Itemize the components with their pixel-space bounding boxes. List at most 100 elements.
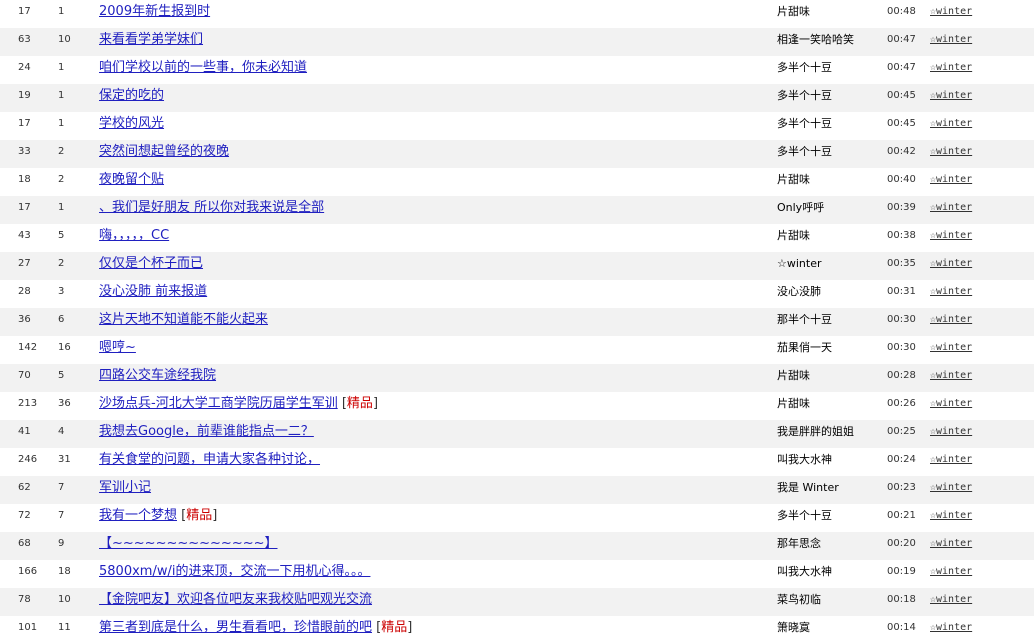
- last-reply-user-link[interactable]: ☆winter: [930, 588, 972, 612]
- last-reply-user-link[interactable]: ☆winter: [930, 392, 972, 416]
- last-reply-user-link[interactable]: ☆winter: [930, 336, 972, 360]
- thread-title-link[interactable]: 咱们学校以前的一些事，你未必知道: [99, 60, 307, 75]
- reply-count: 19: [18, 90, 31, 101]
- click-count: 1: [58, 62, 65, 73]
- author-link[interactable]: 我是胖胖的姐姐: [777, 420, 854, 444]
- click-count: 10: [58, 594, 71, 605]
- table-row: 101 11 第三者到底是什么，男生看看吧，珍惜眼前的吧 [精品] 箫晓寞 00:14 ☆…: [0, 616, 1034, 644]
- last-reply-user-link[interactable]: ☆winter: [930, 0, 972, 24]
- author-link[interactable]: 片甜味: [777, 168, 810, 192]
- last-reply-user-link[interactable]: ☆winter: [930, 420, 972, 444]
- thread-title-link[interactable]: 【金院吧友】欢迎各位吧友来我校贴吧观光交流: [99, 592, 372, 607]
- last-reply-user-link[interactable]: ☆winter: [930, 532, 972, 556]
- author-link[interactable]: 我是 Winter: [777, 476, 839, 500]
- author-link[interactable]: 箫晓寞: [777, 616, 810, 640]
- last-reply-user-link[interactable]: ☆winter: [930, 308, 972, 332]
- last-reply-user-link[interactable]: ☆winter: [930, 168, 972, 192]
- author-link[interactable]: Only呼呼: [777, 196, 824, 220]
- thread-title-link[interactable]: 我有一个梦想: [99, 508, 177, 523]
- last-reply-user-link[interactable]: ☆winter: [930, 140, 972, 164]
- thread-title-link[interactable]: 夜晚留个贴: [99, 172, 164, 187]
- reply-count: 70: [18, 370, 31, 381]
- thread-title-cell: 学校的风光: [99, 112, 164, 136]
- author-link[interactable]: 没心没肺: [777, 280, 821, 304]
- thread-title-link[interactable]: 有关食堂的问题，申请大家各种讨论，: [99, 452, 320, 467]
- thread-title-link[interactable]: 没心没肺 前来报道: [99, 284, 207, 299]
- thread-title-cell: 嗨，，，，，CC: [99, 224, 169, 248]
- thread-title-cell: 四路公交车途经我院: [99, 364, 216, 388]
- last-reply-user-link[interactable]: ☆winter: [930, 252, 972, 276]
- thread-title-cell: 5800xm/w/i的进来顶，交流一下用机心得。。。: [99, 560, 370, 584]
- thread-title-link[interactable]: 第三者到底是什么，男生看看吧，珍惜眼前的吧: [99, 620, 372, 635]
- last-reply-user-link[interactable]: ☆winter: [930, 28, 972, 52]
- last-reply-time: 00:47: [887, 34, 916, 45]
- thread-title-link[interactable]: 军训小记: [99, 480, 151, 495]
- thread-title-cell: 我有一个梦想 [精品]: [99, 504, 217, 528]
- click-count: 11: [58, 622, 71, 633]
- last-reply-user-link[interactable]: ☆winter: [930, 224, 972, 248]
- thread-title-link[interactable]: 学校的风光: [99, 116, 164, 131]
- thread-title-cell: 保定的吃的: [99, 84, 164, 108]
- click-count: 5: [58, 230, 65, 241]
- table-row: 63 10 来看看学弟学妹们 相逢一笑哈哈笑 00:47 ☆winter: [0, 28, 1034, 56]
- author-link[interactable]: 多半个十豆: [777, 140, 832, 164]
- author-link[interactable]: 多半个十豆: [777, 56, 832, 80]
- last-reply-user-link[interactable]: ☆winter: [930, 280, 972, 304]
- last-reply-user-link[interactable]: ☆winter: [930, 616, 972, 640]
- table-row: 70 5 四路公交车途经我院 片甜味 00:28 ☆winter: [0, 364, 1034, 392]
- table-row: 142 16 嗯哼~ 茄果俏一天 00:30 ☆winter: [0, 336, 1034, 364]
- author-link[interactable]: 叫我大水神: [777, 448, 832, 472]
- table-row: 17 1 、我们是好朋友 所以你对我来说是全部 Only呼呼 00:39 ☆winter: [0, 196, 1034, 224]
- thread-title-link[interactable]: 嗨，，，，，CC: [99, 228, 169, 243]
- author-link[interactable]: 片甜味: [777, 364, 810, 388]
- last-reply-user-link[interactable]: ☆winter: [930, 112, 972, 136]
- author-link[interactable]: 相逢一笑哈哈笑: [777, 28, 854, 52]
- author-link[interactable]: 那年思念: [777, 532, 821, 556]
- author-link[interactable]: 那半个十豆: [777, 308, 832, 332]
- author-link[interactable]: 片甜味: [777, 0, 810, 24]
- thread-title-link[interactable]: 保定的吃的: [99, 88, 164, 103]
- last-reply-user-link[interactable]: ☆winter: [930, 364, 972, 388]
- last-reply-time: 00:23: [887, 482, 916, 493]
- thread-title-cell: 嗯哼~: [99, 336, 136, 360]
- last-reply-user-link[interactable]: ☆winter: [930, 504, 972, 528]
- thread-title-cell: 仅仅是个杯子而已: [99, 252, 203, 276]
- click-count: 1: [58, 118, 65, 129]
- author-link[interactable]: ☆winter: [777, 252, 822, 276]
- author-link[interactable]: 茄果俏一天: [777, 336, 832, 360]
- thread-title-link[interactable]: 嗯哼~: [99, 340, 136, 355]
- author-link[interactable]: 多半个十豆: [777, 84, 832, 108]
- author-link[interactable]: 多半个十豆: [777, 112, 832, 136]
- thread-title-cell: 2009年新生报到时: [99, 0, 210, 24]
- thread-title-link[interactable]: 【~~~~~~~~~~~~~~】: [99, 536, 278, 551]
- thread-title-link[interactable]: 突然间想起曾经的夜晚: [99, 144, 229, 159]
- author-link[interactable]: 菜鸟初临: [777, 588, 821, 612]
- thread-title-link[interactable]: 沙场点兵-河北大学工商学院历届学生军训: [99, 396, 338, 411]
- thread-title-link[interactable]: 仅仅是个杯子而已: [99, 256, 203, 271]
- table-row: 17 1 学校的风光 多半个十豆 00:45 ☆winter: [0, 112, 1034, 140]
- last-reply-time: 00:48: [887, 6, 916, 17]
- thread-title-link[interactable]: 四路公交车途经我院: [99, 368, 216, 383]
- last-reply-user-link[interactable]: ☆winter: [930, 560, 972, 584]
- last-reply-user-link[interactable]: ☆winter: [930, 84, 972, 108]
- last-reply-user-link[interactable]: ☆winter: [930, 448, 972, 472]
- table-row: 213 36 沙场点兵-河北大学工商学院历届学生军训 [精品] 片甜味 00:26 ☆wi…: [0, 392, 1034, 420]
- thread-title-link[interactable]: 5800xm/w/i的进来顶，交流一下用机心得。。。: [99, 564, 370, 579]
- author-link[interactable]: 叫我大水神: [777, 560, 832, 584]
- reply-count: 33: [18, 146, 31, 157]
- thread-title-link[interactable]: 2009年新生报到时: [99, 4, 210, 19]
- author-link[interactable]: 多半个十豆: [777, 504, 832, 528]
- last-reply-user-link[interactable]: ☆winter: [930, 476, 972, 500]
- author-link[interactable]: 片甜味: [777, 392, 810, 416]
- thread-title-link[interactable]: 我想去Google，前辈谁能指点一二？: [99, 424, 314, 439]
- thread-title-link[interactable]: 、我们是好朋友 所以你对我来说是全部: [99, 200, 324, 215]
- last-reply-user-link[interactable]: ☆winter: [930, 196, 972, 220]
- thread-title-link[interactable]: 这片天地不知道能不能火起来: [99, 312, 268, 327]
- last-reply-time: 00:39: [887, 202, 916, 213]
- last-reply-user-link[interactable]: ☆winter: [930, 56, 972, 80]
- reply-count: 43: [18, 230, 31, 241]
- author-link[interactable]: 片甜味: [777, 224, 810, 248]
- thread-title-cell: 没心没肺 前来报道: [99, 280, 207, 304]
- click-count: 7: [58, 482, 65, 493]
- thread-title-link[interactable]: 来看看学弟学妹们: [99, 32, 203, 47]
